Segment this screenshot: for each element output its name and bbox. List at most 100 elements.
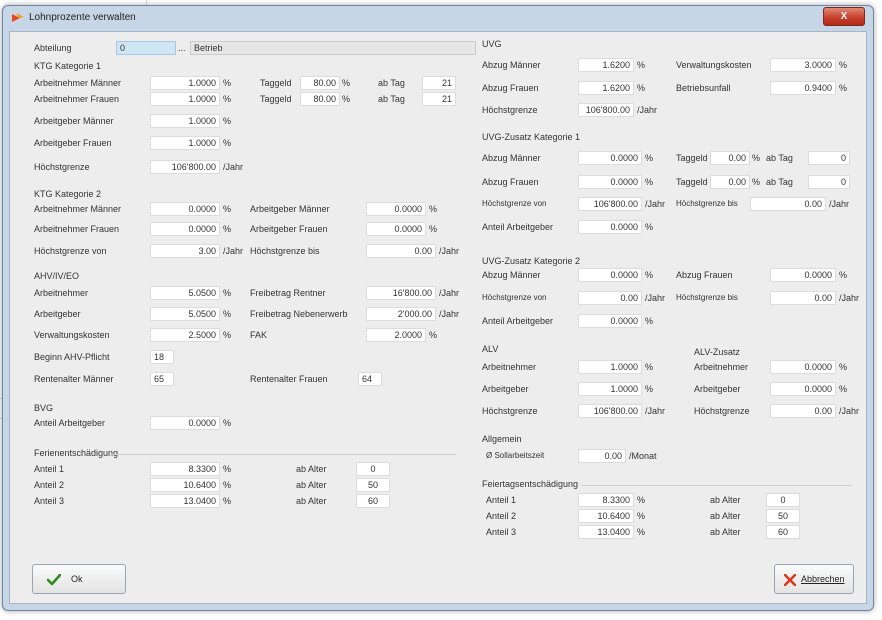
ferien-age3-input[interactable]: 60 — [356, 494, 390, 508]
uvg-bu-label: Betriebsunfall — [676, 83, 731, 93]
ktg1-abtag2-input[interactable]: 21 — [422, 92, 456, 106]
uvg-f-label: Abzug Frauen — [482, 83, 539, 93]
ahv-fb-neben-label: Freibetrag Nebenerwerb — [250, 309, 348, 319]
uvg-f-input[interactable]: 1.6200 — [578, 81, 634, 95]
feiertag-anteil1-input[interactable]: 8.3300 — [578, 493, 634, 507]
uvgz1-abtag2-input[interactable]: 0 — [808, 175, 850, 189]
uvgz1-tg2-input[interactable]: 0.00 — [710, 175, 750, 189]
feiertag-age2-input[interactable]: 50 — [766, 509, 800, 523]
percent-unit: % — [429, 224, 438, 234]
jahr-unit: /Jahr — [645, 406, 666, 416]
ktg2-hg-bis-input[interactable]: 0.00 — [366, 244, 436, 258]
ktg1-taggeld1-input[interactable]: 80.00 — [300, 76, 340, 90]
uvgz1-tg1-input[interactable]: 0.00 — [710, 151, 750, 165]
percent-unit: % — [223, 78, 232, 88]
feiertag-age3-input[interactable]: 60 — [766, 525, 800, 539]
ktg1-taggeld2-input[interactable]: 80.00 — [300, 92, 340, 106]
uvgz2-ag-label: Anteil Arbeitgeber — [482, 316, 554, 326]
uvgz1-m-input[interactable]: 0.0000 — [578, 151, 642, 165]
cancel-button[interactable]: Abbrechen — [774, 564, 854, 594]
betrieb-field: Betrieb — [190, 41, 476, 55]
abteilung-browse-button[interactable]: ... — [178, 42, 186, 54]
ahv-an-input[interactable]: 5.0500 — [150, 286, 220, 300]
ferien-age1-input[interactable]: 0 — [356, 462, 390, 476]
ktg2-hg-von-label: Höchstgrenze von — [34, 246, 107, 256]
uvgz1-hg-bis-input[interactable]: 0.00 — [750, 197, 826, 211]
bvg-ag-input[interactable]: 0.0000 — [150, 416, 220, 430]
uvg-section-title: UVG — [482, 39, 502, 49]
uvgz2-m-input[interactable]: 0.0000 — [578, 268, 642, 282]
feiertag-age1-input[interactable]: 0 — [766, 493, 800, 507]
uvgz1-tg2-label: Taggeld — [676, 177, 708, 187]
ktg2-hg-von-input[interactable]: 3.00 — [150, 244, 220, 258]
ferien-anteil1-label: Anteil 1 — [34, 464, 65, 474]
ktg1-ag-frauen-input[interactable]: 1.0000 — [150, 136, 220, 150]
uvg-m-input[interactable]: 1.6200 — [578, 58, 634, 72]
uvgz1-f-input[interactable]: 0.0000 — [578, 175, 642, 189]
uvgz1-ag-input[interactable]: 0.0000 — [578, 220, 642, 234]
ktg1-ag-maenner-input[interactable]: 1.0000 — [150, 114, 220, 128]
uvgz1-ag-label: Anteil Arbeitgeber — [482, 222, 554, 232]
ktg2-ag-maenner-input[interactable]: 0.0000 — [366, 202, 426, 216]
ahv-ra-frauen-input[interactable]: 64 — [358, 372, 382, 386]
ktg1-an-frauen-input[interactable]: 1.0000 — [150, 92, 220, 106]
uvgz1-abtag1-label: ab Tag — [766, 153, 793, 163]
uvg-bu-input[interactable]: 0.9400 — [770, 81, 836, 95]
ahv-beginn-input[interactable]: 18 — [150, 350, 174, 364]
ahv-ra-maenner-input[interactable]: 65 — [150, 372, 174, 386]
checkmark-icon — [47, 574, 61, 586]
uvgz2-hg-bis-input[interactable]: 0.00 — [770, 291, 836, 305]
alvz-ag-input[interactable]: 0.0000 — [770, 382, 836, 396]
title-bar[interactable]: Lohnprozente verwalten X — [3, 6, 873, 30]
window-title: Lohnprozente verwalten — [29, 12, 136, 23]
alvz-an-input[interactable]: 0.0000 — [770, 360, 836, 374]
alv-ag-input[interactable]: 1.0000 — [578, 382, 642, 396]
ktg1-taggeld1-label: Taggeld — [260, 78, 292, 88]
ahv-fb-rentner-input[interactable]: 16'800.00 — [366, 286, 436, 300]
percent-unit: % — [429, 330, 438, 340]
ferien-anteil1-input[interactable]: 8.3300 — [150, 462, 220, 476]
percent-unit: % — [223, 204, 232, 214]
ferien-age2-input[interactable]: 50 — [356, 478, 390, 492]
ferien-anteil2-input[interactable]: 10.6400 — [150, 478, 220, 492]
uvgz2-hg-von-input[interactable]: 0.00 — [578, 291, 642, 305]
ahv-vk-input[interactable]: 2.5000 — [150, 328, 220, 342]
uvgz1-abtag1-input[interactable]: 0 — [808, 151, 850, 165]
close-button[interactable]: X — [823, 7, 865, 26]
ktg1-abtag1-input[interactable]: 21 — [422, 76, 456, 90]
uvg-vk-label: Verwaltungskosten — [676, 60, 752, 70]
jahr-unit: /Jahr — [223, 162, 244, 172]
ktg2-an-frauen-input[interactable]: 0.0000 — [150, 222, 220, 236]
ktg1-section-title: KTG Kategorie 1 — [34, 61, 102, 71]
uvg-hg-input[interactable]: 106'800.00 — [578, 103, 634, 117]
alvz-an-label: Arbeitnehmer — [694, 362, 749, 372]
feiertag-anteil2-input[interactable]: 10.6400 — [578, 509, 634, 523]
ktg2-ag-frauen-input[interactable]: 0.0000 — [366, 222, 426, 236]
ok-button[interactable]: Ok — [32, 564, 126, 594]
ahv-fb-neben-input[interactable]: 2'000.00 — [366, 307, 436, 321]
uvgz2-ag-input[interactable]: 0.0000 — [578, 314, 642, 328]
ktg1-hoechst-label: Höchstgrenze — [34, 162, 90, 172]
ferien-age3-label: ab Alter — [296, 496, 327, 506]
ktg1-an-maenner-input[interactable]: 1.0000 — [150, 76, 220, 90]
uvgz1-hg-von-input[interactable]: 106'800.00 — [578, 197, 642, 211]
uvg-vk-input[interactable]: 3.0000 — [770, 58, 836, 72]
jahr-unit: /Jahr — [637, 105, 658, 115]
uvgz2-f-input[interactable]: 0.0000 — [770, 268, 836, 282]
percent-unit: % — [223, 224, 232, 234]
alv-an-input[interactable]: 1.0000 — [578, 360, 642, 374]
ahv-ag-input[interactable]: 5.0500 — [150, 307, 220, 321]
ktg2-an-maenner-input[interactable]: 0.0000 — [150, 202, 220, 216]
ktg1-hoechst-input[interactable]: 106'800.00 — [150, 160, 220, 174]
allgemein-soll-input[interactable]: 0.00 — [578, 449, 626, 463]
abteilung-input[interactable]: 0 — [116, 41, 176, 55]
alv-hg-input[interactable]: 106'800.00 — [578, 404, 642, 418]
ferien-anteil3-input[interactable]: 13.0400 — [150, 494, 220, 508]
feiertag-anteil3-input[interactable]: 13.0400 — [578, 525, 634, 539]
ahv-fak-input[interactable]: 2.0000 — [366, 328, 426, 342]
percent-unit: % — [752, 177, 761, 187]
alvz-hg-input[interactable]: 0.00 — [770, 404, 836, 418]
allgemein-soll-label: Ø Sollarbeitszeit — [486, 451, 545, 460]
percent-unit: % — [645, 270, 654, 280]
uvgz1-m-label: Abzug Männer — [482, 153, 541, 163]
